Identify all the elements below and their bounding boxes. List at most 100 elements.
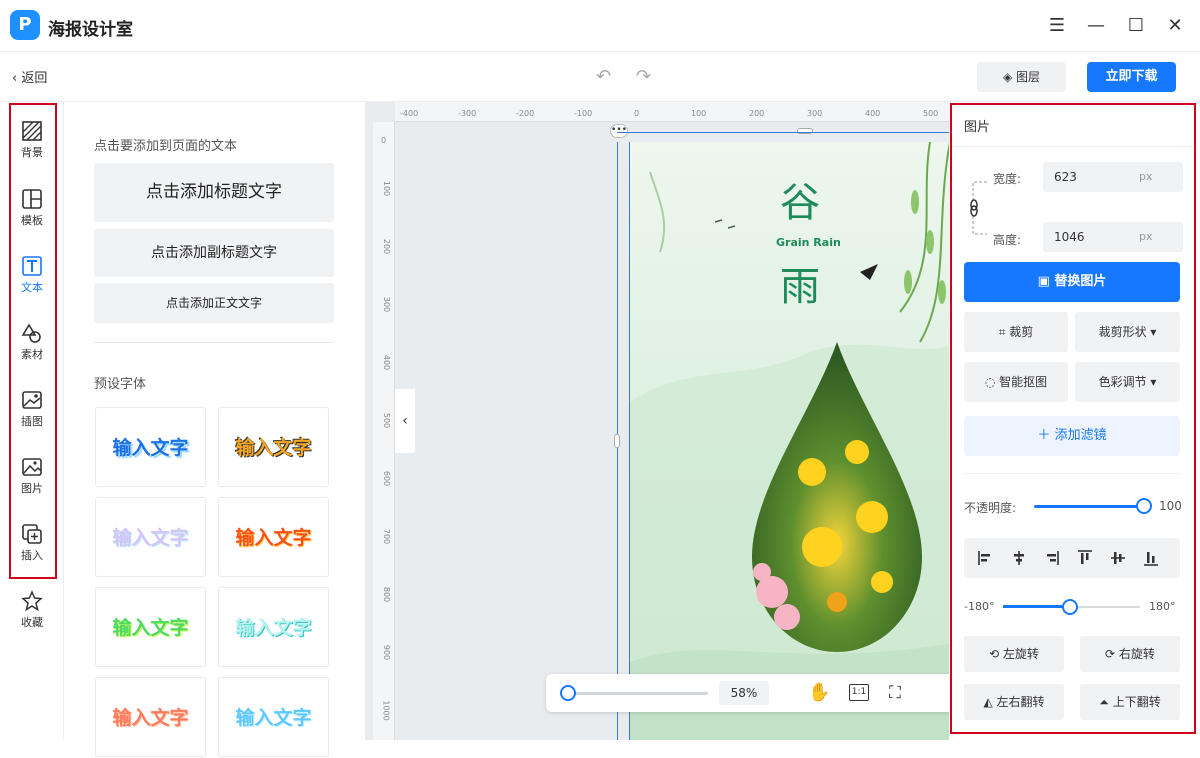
rail-item-background[interactable]: 背景 <box>0 120 64 180</box>
ruler-tick: -400 <box>400 109 419 118</box>
divider <box>94 342 334 343</box>
collapse-panel-button[interactable]: ‹ <box>395 389 415 453</box>
rotate-slider-handle[interactable] <box>1062 599 1078 615</box>
ruler-tick: 200 <box>382 238 392 255</box>
preset-font-cyan[interactable]: 输入文字 <box>218 587 329 667</box>
rail-label: 图片 <box>21 482 43 495</box>
shapes-icon <box>21 323 41 343</box>
color-adjust-button[interactable]: 色彩调节 ▾ <box>1075 362 1180 402</box>
ruler-tick: -100 <box>574 109 593 118</box>
align-bottom-icon[interactable] <box>1142 548 1160 568</box>
crop-button[interactable]: ⌗ 裁剪 <box>964 312 1068 352</box>
poster-image[interactable]: 谷 Grain Rain 雨 <box>629 142 949 740</box>
rail-item-favorites[interactable]: 收藏 <box>0 590 64 650</box>
illustration-icon <box>22 391 42 409</box>
back-button[interactable]: ‹ 返回 <box>12 67 47 86</box>
rail-label: 模板 <box>21 214 43 227</box>
layers-icon: ◈ <box>1002 70 1017 84</box>
layers-button[interactable]: ◈ 图层 <box>977 62 1066 92</box>
align-center-v-icon[interactable] <box>1109 548 1127 568</box>
zoom-slider-track[interactable] <box>568 692 708 695</box>
align-left-icon[interactable] <box>976 548 994 568</box>
preset-font-salmon[interactable]: 输入文字 <box>95 677 206 757</box>
maximize-icon[interactable]: ☐ <box>1124 14 1148 38</box>
hand-tool-icon[interactable]: ✋ <box>808 682 830 703</box>
zoom-bar: 58% ✋ 1:1 ⛶ <box>546 674 949 712</box>
ruler-tick: -300 <box>458 109 477 118</box>
flip-vertical-button[interactable]: ⏶ 上下翻转 <box>1080 684 1180 720</box>
caret-down-icon: ▾ <box>1146 375 1157 389</box>
undo-icon[interactable]: ↶ <box>596 66 611 87</box>
image-icon: ▣ <box>1037 274 1055 289</box>
minimize-icon[interactable]: — <box>1084 14 1108 38</box>
panel-title: 图片 <box>964 120 991 135</box>
add-title-button[interactable]: 点击添加标题文字 <box>94 163 334 222</box>
fit-screen-icon[interactable]: ⛶ <box>889 683 901 703</box>
menu-icon[interactable]: ☰ <box>1045 14 1069 38</box>
redo-icon[interactable]: ↷ <box>636 66 651 87</box>
link-ratio-icon[interactable] <box>967 180 993 236</box>
preset-font-orange[interactable]: 输入文字 <box>218 407 329 487</box>
height-unit: px <box>1139 230 1153 243</box>
opacity-slider-handle[interactable] <box>1136 498 1152 514</box>
width-input[interactable]: 623 px <box>1043 162 1183 192</box>
align-center-h-icon[interactable] <box>1010 548 1028 568</box>
add-filter-button[interactable]: ＋ 添加滤镜 <box>964 416 1180 456</box>
ruler-tick: 400 <box>382 354 392 371</box>
crop-shape-label: 裁剪形状 <box>1098 325 1147 339</box>
divider <box>952 146 1194 147</box>
rotate-left-icon: ⟲ <box>989 647 1003 661</box>
resize-handle[interactable] <box>614 434 620 448</box>
preset-font-red[interactable]: 输入文字 <box>218 497 329 577</box>
poster-subtitle: Grain Rain <box>776 236 841 249</box>
rail-label: 背景 <box>21 146 43 159</box>
rail-label: 文本 <box>21 281 43 294</box>
rail-item-text[interactable]: 文本 <box>0 255 64 315</box>
actual-size-icon[interactable]: 1:1 <box>849 684 869 701</box>
opacity-label: 不透明度: <box>964 501 1017 515</box>
rail-item-illustration[interactable]: 插图 <box>0 389 64 449</box>
more-options-icon[interactable]: ••• <box>610 124 628 138</box>
zoom-slider-handle[interactable] <box>560 685 576 701</box>
replace-image-button[interactable]: ▣ 替换图片 <box>964 262 1180 302</box>
flip-vertical-label: 上下翻转 <box>1112 695 1161 709</box>
caret-down-icon: ▾ <box>1146 325 1157 339</box>
canvas-area[interactable]: -400 -300 -200 -100 0 100 200 300 400 50… <box>365 102 949 740</box>
add-subtitle-button[interactable]: 点击添加副标题文字 <box>94 229 334 277</box>
ruler-tick: 0 <box>381 136 387 145</box>
ruler-tick: 0 <box>634 109 640 118</box>
crop-shape-button[interactable]: 裁剪形状 ▾ <box>1075 312 1180 352</box>
height-input[interactable]: 1046 px <box>1043 222 1183 252</box>
smart-cutout-button[interactable]: ◌ 智能抠图 <box>964 362 1068 402</box>
download-button[interactable]: 立即下载 <box>1087 62 1176 92</box>
title-bar: P 海报设计室 ☰ — ☐ ✕ <box>0 0 1200 52</box>
ruler-tick: 800 <box>382 586 392 603</box>
ruler-tick: 300 <box>382 296 392 313</box>
zoom-level[interactable]: 58% <box>719 681 769 705</box>
ruler-tick: 100 <box>382 180 392 197</box>
opacity-slider-track[interactable] <box>1034 505 1144 508</box>
divider <box>964 473 1180 474</box>
add-body-button[interactable]: 点击添加正文文字 <box>94 283 334 323</box>
flip-horizontal-label: 左右翻转 <box>996 695 1045 709</box>
align-right-icon[interactable] <box>1043 548 1061 568</box>
ruler-tick: 500 <box>382 412 392 429</box>
close-icon[interactable]: ✕ <box>1163 14 1187 38</box>
poster-title-2: 雨 <box>780 264 820 310</box>
rail-label: 插入 <box>21 549 43 562</box>
rotate-left-button[interactable]: ⟲ 左旋转 <box>964 636 1064 672</box>
flip-horizontal-button[interactable]: ◭ 左右翻转 <box>964 684 1064 720</box>
rail-item-insert[interactable]: 插入 <box>0 523 64 583</box>
preset-font-sky[interactable]: 输入文字 <box>218 677 329 757</box>
rail-item-template[interactable]: 模板 <box>0 188 64 248</box>
ruler-tick: 300 <box>807 109 823 118</box>
ruler-tick: 500 <box>923 109 939 118</box>
align-top-icon[interactable] <box>1076 548 1094 568</box>
preset-font-green[interactable]: 输入文字 <box>95 587 206 667</box>
resize-handle[interactable] <box>797 128 813 134</box>
rail-item-image[interactable]: 图片 <box>0 456 64 516</box>
rotate-right-button[interactable]: ⟳ 右旋转 <box>1080 636 1180 672</box>
preset-font-blue[interactable]: 输入文字 <box>95 407 206 487</box>
preset-font-pastel[interactable]: 输入文字 <box>95 497 206 577</box>
rail-item-material[interactable]: 素材 <box>0 322 64 382</box>
